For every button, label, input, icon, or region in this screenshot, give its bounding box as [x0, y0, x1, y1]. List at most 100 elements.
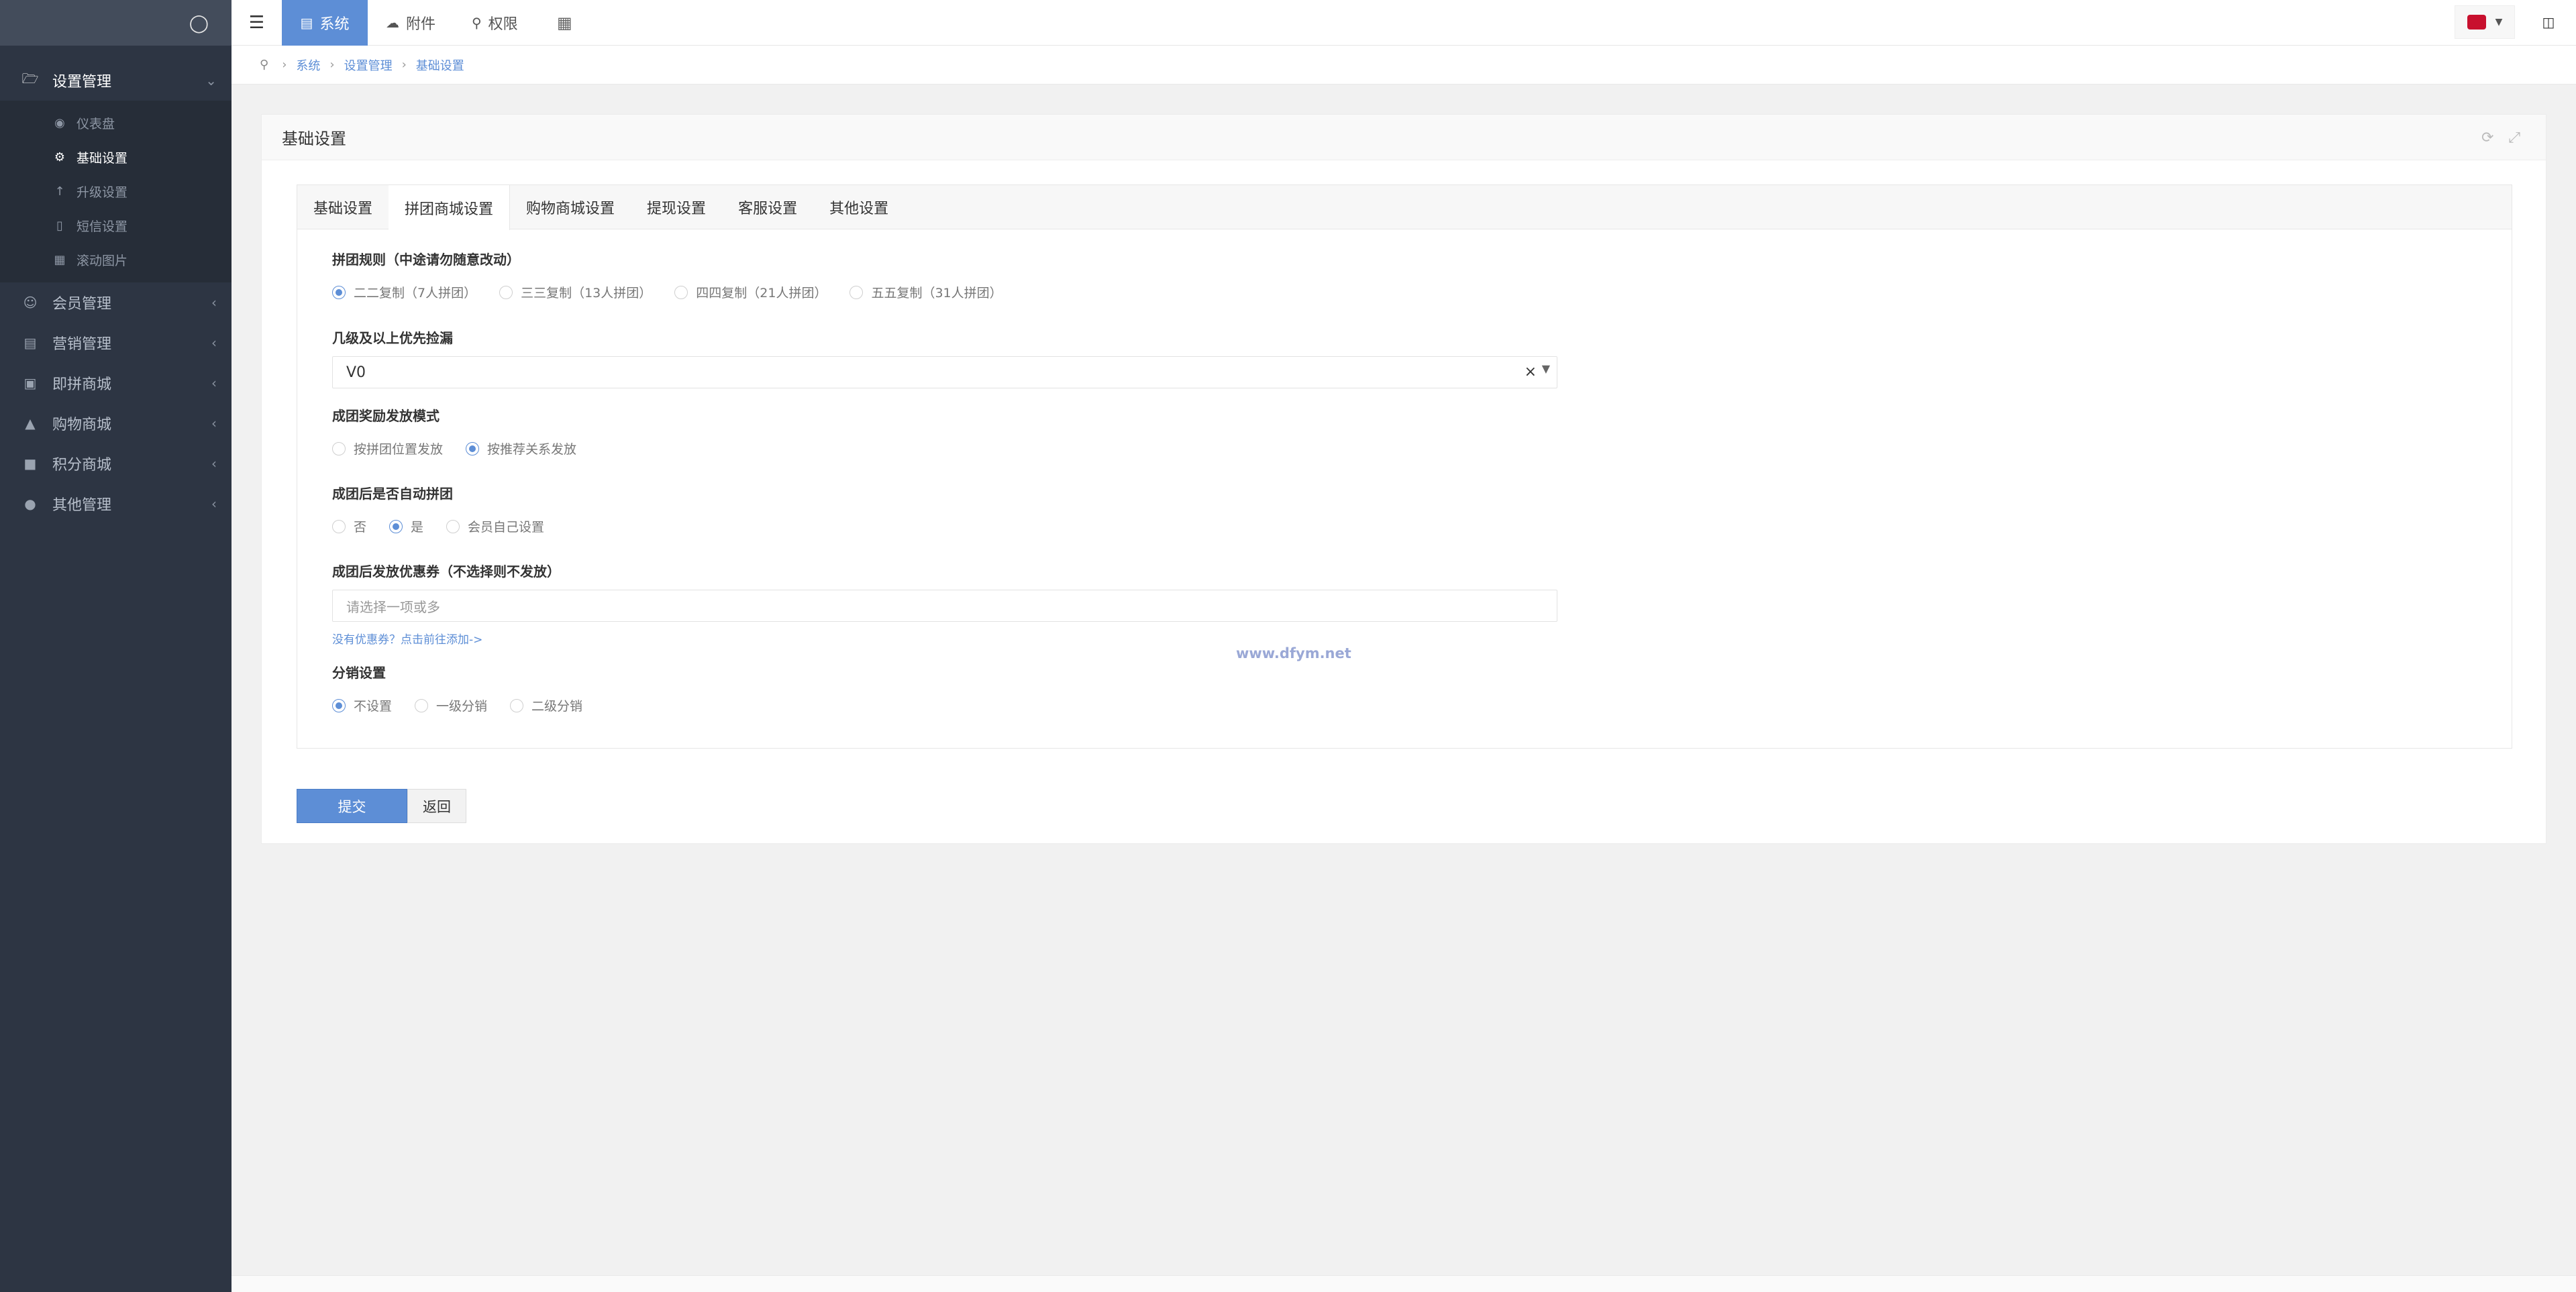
radio-none[interactable]: 不设置 — [332, 696, 392, 714]
field-group-reward-mode: 成团奖励发放模式 按拼团位置发放 按推荐关系发放 — [332, 405, 599, 457]
clear-cache-button[interactable]: ◫ — [2532, 5, 2565, 39]
radio-group-reward-mode: 按拼团位置发放 按推荐关系发放 — [332, 439, 599, 457]
tab-shopping-mall[interactable]: 购物商城设置 — [510, 185, 631, 229]
breadcrumb-separator: › — [401, 58, 407, 72]
topnav-permissions[interactable]: ⚲ 权限 — [472, 0, 518, 46]
radio-by-referral[interactable]: 按推荐关系发放 — [466, 439, 576, 457]
radio-dot — [510, 698, 524, 712]
sidebar-group-group-buy[interactable]: ▣ 即拼商城 ‹ — [0, 363, 231, 403]
field-label: 几级及以上优先捡漏 — [332, 330, 453, 346]
sidebar-item-slider-images[interactable]: ▦ 滚动图片 — [0, 243, 231, 277]
radio-level-1[interactable]: 一级分销 — [415, 696, 487, 714]
top-navbar: ☰ ▤ 系统 ☁ 附件 ⚲ 权限 ▦ ▼ ◫ — [231, 0, 2576, 46]
arrow-up-icon: ↑ — [54, 184, 65, 199]
tab-other[interactable]: 其他设置 — [813, 185, 905, 229]
sidebar-group-marketing[interactable]: ▤ 营销管理 ‹ — [0, 323, 231, 363]
image-icon: ▦ — [54, 253, 66, 267]
sidebar-item-label: 基础设置 — [76, 151, 128, 166]
refresh-icon[interactable]: ⟳ — [2481, 129, 2493, 146]
sidebar-group-other[interactable]: ● 其他管理 ‹ — [0, 484, 231, 524]
select-value: V0 — [346, 364, 366, 381]
submit-button[interactable]: 提交 — [297, 789, 407, 823]
level-select[interactable]: V0 × ▼ — [332, 356, 1557, 388]
sidebar-group-settings[interactable]: 🗁 设置管理 ⌄ — [0, 60, 231, 101]
user-circle-icon: ☺ — [23, 294, 38, 311]
sidebar-group-label: 即拼商城 — [52, 376, 112, 393]
sidebar-item-sms-settings[interactable]: ▯ 短信设置 — [0, 209, 231, 243]
field-group-rule: 拼团规则（中途请勿随意改动） 二二复制（7人拼团） 三三复制（13人拼团） 四四… — [332, 249, 1025, 301]
sidebar: ◯ 🗁 设置管理 ⌄ ◉ 仪表盘 ⚙ 基础设置 ↑ 升级设置 ▯ 短信设置 ▦ … — [0, 0, 231, 1292]
topnav-system[interactable]: ▤ 系统 — [282, 0, 368, 46]
watermark: www.dfym.net — [1236, 645, 1351, 661]
radio-by-position[interactable]: 按拼团位置发放 — [332, 439, 443, 457]
radio-label: 不设置 — [354, 699, 393, 714]
sidebar-item-upgrade-settings[interactable]: ↑ 升级设置 — [0, 174, 231, 209]
sidebar-item-label: 短信设置 — [76, 219, 128, 234]
chevron-left-icon: ‹ — [211, 455, 217, 472]
topnav-label: 系统 — [319, 16, 350, 33]
key-icon: ⚲ — [472, 15, 482, 31]
breadcrumb-item-system[interactable]: 系统 — [296, 56, 320, 74]
radio-rule-13[interactable]: 三三复制（13人拼团） — [499, 283, 652, 301]
radio-dot — [332, 441, 346, 455]
radio-level-2[interactable]: 二级分销 — [510, 696, 582, 714]
topnav-attachments[interactable]: ☁ 附件 — [386, 0, 435, 46]
sidebar-item-label: 升级设置 — [76, 185, 128, 200]
coupon-multiselect[interactable]: 请选择一项或多 — [332, 590, 1557, 622]
add-coupon-link[interactable]: 没有优惠券？点击前往添加-> — [332, 630, 1557, 647]
sidebar-header: ◯ — [0, 0, 231, 46]
radio-label: 会员自己设置 — [468, 520, 545, 535]
cloud-icon: ☁ — [386, 15, 399, 31]
breadcrumb-item-basic[interactable]: 基础设置 — [416, 56, 464, 74]
radio-dot — [332, 698, 346, 712]
topnav-apps[interactable]: ▦ — [557, 0, 572, 46]
radio-no[interactable]: 否 — [332, 517, 366, 535]
radio-rule-31[interactable]: 五五复制（31人拼团） — [849, 283, 1002, 301]
topnav-label: 附件 — [406, 16, 436, 33]
sidebar-group-label: 购物商城 — [52, 417, 112, 433]
folder-open-icon: 🗁 — [21, 70, 39, 87]
radio-member-choice[interactable]: 会员自己设置 — [446, 517, 544, 535]
radio-rule-21[interactable]: 四四复制（21人拼团） — [674, 283, 827, 301]
radio-label: 一级分销 — [436, 699, 488, 714]
id-card-icon: ▤ — [300, 15, 313, 31]
back-button[interactable]: 返回 — [407, 789, 466, 823]
cart-icon: ▲ — [25, 415, 36, 431]
dashboard-icon: ◉ — [54, 116, 65, 130]
radio-yes[interactable]: 是 — [389, 517, 423, 535]
clear-icon[interactable]: × — [1525, 364, 1537, 380]
radio-label: 三三复制（13人拼团） — [521, 286, 652, 301]
tab-basic[interactable]: 基础设置 — [297, 185, 389, 229]
tab-container: 基础设置 拼团商城设置 购物商城设置 提现设置 客服设置 其他设置 拼团规则（中… — [297, 184, 2512, 749]
radio-dot — [332, 519, 346, 533]
sidebar-group-points-mall[interactable]: ■ 积分商城 ‹ — [0, 443, 231, 484]
sidebar-item-dashboard[interactable]: ◉ 仪表盘 — [0, 106, 231, 140]
footer — [231, 1275, 2576, 1292]
fullscreen-icon[interactable]: ⤢ — [2508, 129, 2520, 146]
radio-label: 是 — [411, 520, 424, 535]
menu-toggle-button[interactable]: ☰ — [231, 0, 282, 46]
sidebar-group-label: 其他管理 — [52, 497, 112, 514]
phone-icon: ▯ — [56, 219, 63, 233]
sidebar-item-basic-settings[interactable]: ⚙ 基础设置 — [0, 140, 231, 174]
tab-withdraw[interactable]: 提现设置 — [631, 185, 722, 229]
sidebar-group-members[interactable]: ☺ 会员管理 ‹ — [0, 282, 231, 323]
shop-icon: ■ — [23, 455, 37, 472]
comment-icon: ● — [24, 496, 36, 512]
sidebar-group-shopping[interactable]: ▲ 购物商城 ‹ — [0, 403, 231, 443]
grid-icon: ▦ — [557, 13, 572, 32]
caret-down-icon: ▼ — [1541, 362, 1550, 375]
radio-rule-7[interactable]: 二二复制（7人拼团） — [332, 283, 476, 301]
field-label: 成团后是否自动拼团 — [332, 486, 453, 502]
radio-group-auto-group: 否 是 会员自己设置 — [332, 517, 567, 535]
theme-drop-icon[interactable]: ◯ — [189, 13, 209, 34]
user-menu[interactable]: ▼ — [2455, 5, 2515, 39]
breadcrumb: ⚲ › 系统 › 设置管理 › 基础设置 — [231, 46, 2576, 85]
radio-label: 二级分销 — [531, 699, 583, 714]
chevron-left-icon: ‹ — [211, 415, 217, 431]
radio-group-rule: 二二复制（7人拼团） 三三复制（13人拼团） 四四复制（21人拼团） 五五复制（… — [332, 283, 1025, 301]
breadcrumb-item-settings[interactable]: 设置管理 — [344, 56, 393, 74]
tab-group-buy-mall[interactable]: 拼团商城设置 — [389, 185, 511, 230]
tab-customer-service[interactable]: 客服设置 — [722, 185, 813, 229]
trash-icon: ◫ — [2542, 14, 2555, 30]
